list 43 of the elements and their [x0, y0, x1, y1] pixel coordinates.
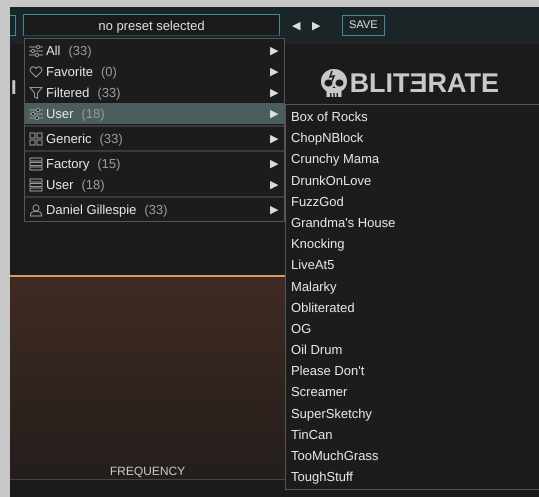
preset-item[interactable]: LiveAt5 — [286, 254, 539, 276]
preset-item[interactable]: Box of Rocks — [286, 106, 539, 128]
preset-item[interactable]: Obliterated — [286, 296, 539, 318]
menu-item[interactable]: Daniel Gillespie (33) ▶ — [25, 199, 284, 220]
preset-item[interactable]: SuperSketchy — [286, 402, 539, 424]
preset-item[interactable]: Malarky — [286, 276, 539, 297]
next-button[interactable]: ▶ — [312, 18, 320, 32]
preset-item[interactable]: ToughStuff — [286, 466, 539, 488]
preset-item[interactable]: OG — [286, 318, 539, 340]
preset-item[interactable]: Knocking — [286, 233, 539, 254]
grid-icon — [29, 132, 43, 146]
list-icon — [29, 178, 43, 192]
preset-item[interactable]: TooMuchGrass — [286, 445, 539, 466]
skull-icon — [320, 68, 348, 98]
preset-item[interactable]: Crunchy Mama — [286, 148, 539, 170]
preset-item[interactable]: FuzzGod — [286, 190, 539, 212]
menu-item[interactable]: User (18) ▶ — [25, 174, 284, 195]
menu-item[interactable]: All (33) ▶ — [25, 40, 284, 61]
person-icon — [29, 202, 43, 216]
preset-item[interactable]: Oil Drum — [286, 339, 539, 360]
preset-item[interactable]: Grandma's House — [286, 212, 539, 234]
sliders-icon — [29, 44, 43, 58]
preset-item[interactable]: DrunkOnLove — [286, 170, 539, 191]
logo-text: BLITƎRATE — [350, 68, 500, 98]
menu-item[interactable]: Generic (33) ▶ — [25, 128, 284, 149]
menu-item[interactable]: Filtered (33) ▶ — [25, 82, 284, 103]
list-icon — [29, 156, 43, 170]
menu-item[interactable]: Factory (15) ▶ — [25, 153, 284, 174]
previous-button[interactable]: ◀ — [292, 18, 300, 32]
menu-item[interactable]: Favorite (0) ▶ — [25, 61, 284, 82]
preset-item[interactable]: TinCan — [286, 424, 539, 445]
sliders-icon — [29, 106, 43, 120]
preset-item[interactable]: ChopNBlock — [286, 127, 539, 148]
preset-item[interactable]: Please Don't — [286, 360, 539, 382]
button-edge[interactable] — [10, 14, 16, 36]
preset-field[interactable]: no preset selected — [23, 14, 280, 36]
menu-item[interactable]: User (18) ▶ — [25, 103, 284, 124]
save-button[interactable]: SAVE — [342, 14, 385, 36]
section-label: I — [11, 77, 17, 100]
axis-label: FREQUENCY — [110, 464, 186, 478]
preset-item[interactable]: Screamer — [286, 381, 539, 403]
filter-icon — [29, 86, 43, 100]
heart-icon — [29, 64, 43, 78]
